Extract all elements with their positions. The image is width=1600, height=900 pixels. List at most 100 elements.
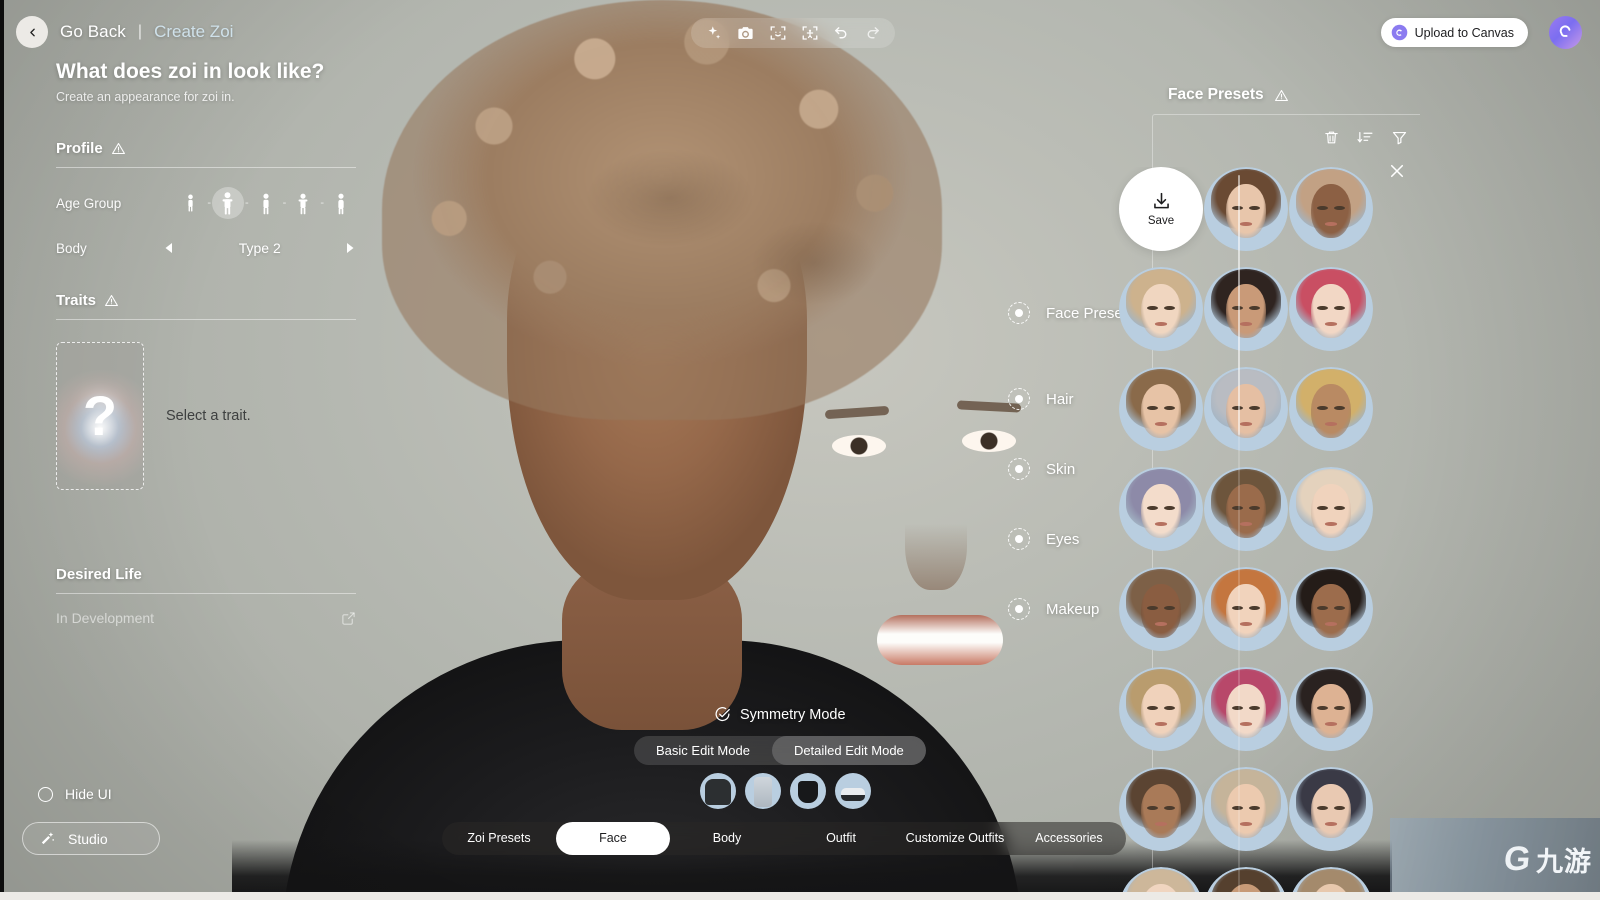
face-preset-item[interactable] xyxy=(1204,367,1288,451)
brand-orb-icon[interactable] xyxy=(1549,16,1582,49)
create-zoi-label[interactable]: Create Zoi xyxy=(154,22,233,42)
tab-body[interactable]: Body xyxy=(670,822,784,855)
redo-icon[interactable] xyxy=(864,25,881,42)
tab-customize-outfits[interactable]: Customize Outfits xyxy=(898,822,1012,855)
face-preset-item[interactable] xyxy=(1119,867,1203,895)
upload-to-canvas-button[interactable]: Upload to Canvas xyxy=(1380,18,1528,47)
face-preset-item[interactable] xyxy=(1289,167,1373,251)
age-separator: - xyxy=(282,197,287,209)
face-preset-item[interactable] xyxy=(1204,467,1288,551)
sort-icon[interactable] xyxy=(1357,129,1374,146)
preset-eyes xyxy=(1146,305,1176,311)
preset-mouth xyxy=(1240,622,1252,626)
preset-mouth xyxy=(1155,722,1167,726)
preset-eyes xyxy=(1146,705,1176,711)
face-preset-avatar xyxy=(1204,167,1288,251)
age-option-teen[interactable] xyxy=(213,186,243,220)
face-preset-item[interactable] xyxy=(1289,567,1373,651)
tab-accessories[interactable]: Accessories xyxy=(1012,822,1126,855)
edit-square-icon[interactable] xyxy=(341,611,356,626)
character-mouth xyxy=(877,615,1003,665)
face-preset-item[interactable] xyxy=(1289,367,1373,451)
studio-button[interactable]: Studio xyxy=(22,822,160,855)
body-focus-icon[interactable] xyxy=(801,24,819,42)
desired-life-section: Desired Life In Development xyxy=(56,566,356,626)
preset-mouth xyxy=(1155,622,1167,626)
left-config-panel: What does zoi in look like? Create an ap… xyxy=(0,60,400,626)
trash-icon[interactable] xyxy=(1323,129,1340,146)
undo-icon[interactable] xyxy=(833,25,850,42)
preset-face xyxy=(1310,783,1352,838)
save-preset-button[interactable]: Save xyxy=(1119,167,1203,251)
face-preset-item[interactable] xyxy=(1204,767,1288,851)
preset-scrollbar-thumb[interactable] xyxy=(1238,175,1240,435)
face-preset-item[interactable] xyxy=(1289,667,1373,751)
face-preset-item[interactable] xyxy=(1204,567,1288,651)
preset-mouth xyxy=(1325,222,1337,226)
arrow-left-icon[interactable] xyxy=(163,242,175,254)
face-preset-item[interactable] xyxy=(1119,767,1203,851)
preset-mouth xyxy=(1325,322,1337,326)
face-preset-item[interactable] xyxy=(1289,867,1373,895)
detailed-edit-mode-button[interactable]: Detailed Edit Mode xyxy=(771,736,926,765)
symmetry-mode-toggle[interactable]: Symmetry Mode xyxy=(714,706,846,723)
face-preset-item[interactable] xyxy=(1204,867,1288,895)
radio-dot-icon xyxy=(1008,302,1030,324)
preset-mouth xyxy=(1155,422,1167,426)
magic-wand-icon xyxy=(39,830,56,847)
preset-mouth xyxy=(1240,822,1252,826)
shoes-thumbnail[interactable] xyxy=(835,773,871,809)
camera-icon[interactable] xyxy=(736,24,755,43)
basic-edit-mode-button[interactable]: Basic Edit Mode xyxy=(634,736,772,765)
preset-mouth xyxy=(1240,422,1252,426)
preset-eyes xyxy=(1146,405,1176,411)
hide-ui-toggle[interactable]: Hide UI xyxy=(38,786,112,802)
desired-life-value-row[interactable]: In Development xyxy=(56,610,356,626)
age-option-elder[interactable] xyxy=(326,186,356,220)
socks-thumbnail[interactable] xyxy=(790,773,826,809)
face-preset-avatar xyxy=(1289,867,1373,895)
age-option-child[interactable] xyxy=(175,186,205,220)
face-preset-item[interactable] xyxy=(1289,767,1373,851)
top-thumbnail[interactable] xyxy=(700,773,736,809)
body-type-stepper[interactable]: Type 2 xyxy=(163,240,356,256)
face-preset-item[interactable] xyxy=(1204,667,1288,751)
preset-face xyxy=(1225,383,1267,438)
age-option-adult[interactable] xyxy=(288,186,318,220)
radio-dot-icon xyxy=(1008,598,1030,620)
face-preset-item[interactable] xyxy=(1119,367,1203,451)
face-preset-item[interactable] xyxy=(1119,267,1203,351)
preset-eyes xyxy=(1316,605,1346,611)
profile-divider xyxy=(56,167,356,168)
category-label: Hair xyxy=(1046,390,1074,408)
hide-ui-radio-icon xyxy=(38,786,53,802)
check-circle-icon xyxy=(714,706,731,723)
close-icon[interactable] xyxy=(1388,162,1406,180)
preset-scrollbar[interactable] xyxy=(1238,175,1240,895)
go-back-button[interactable] xyxy=(16,16,48,48)
pants-thumbnail[interactable] xyxy=(745,773,781,809)
tab-face[interactable]: Face xyxy=(556,822,670,855)
tab-zoi-presets[interactable]: Zoi Presets xyxy=(442,822,556,855)
face-preset-item[interactable] xyxy=(1119,567,1203,651)
age-option-young-adult[interactable] xyxy=(251,186,281,220)
page-subtitle: Create an appearance for zoi in. xyxy=(56,90,235,104)
sparkles-icon[interactable] xyxy=(705,25,722,42)
arrow-right-icon[interactable] xyxy=(344,242,356,254)
age-group-selector[interactable]: - - - - xyxy=(175,186,356,220)
preset-mouth xyxy=(1325,522,1337,526)
face-preset-item[interactable] xyxy=(1204,267,1288,351)
face-preset-item[interactable] xyxy=(1289,467,1373,551)
face-preset-item[interactable] xyxy=(1204,167,1288,251)
trait-slot-empty[interactable]: ? xyxy=(56,342,144,490)
preset-mouth xyxy=(1240,322,1252,326)
go-back-label[interactable]: Go Back xyxy=(60,22,126,42)
face-preset-item[interactable] xyxy=(1119,667,1203,751)
face-preset-item[interactable] xyxy=(1289,267,1373,351)
face-focus-icon[interactable] xyxy=(769,24,787,42)
filter-icon[interactable] xyxy=(1391,129,1408,146)
radio-dot-icon xyxy=(1008,528,1030,550)
face-preset-item[interactable] xyxy=(1119,467,1203,551)
tab-outfit[interactable]: Outfit xyxy=(784,822,898,855)
face-preset-avatar xyxy=(1289,767,1373,851)
